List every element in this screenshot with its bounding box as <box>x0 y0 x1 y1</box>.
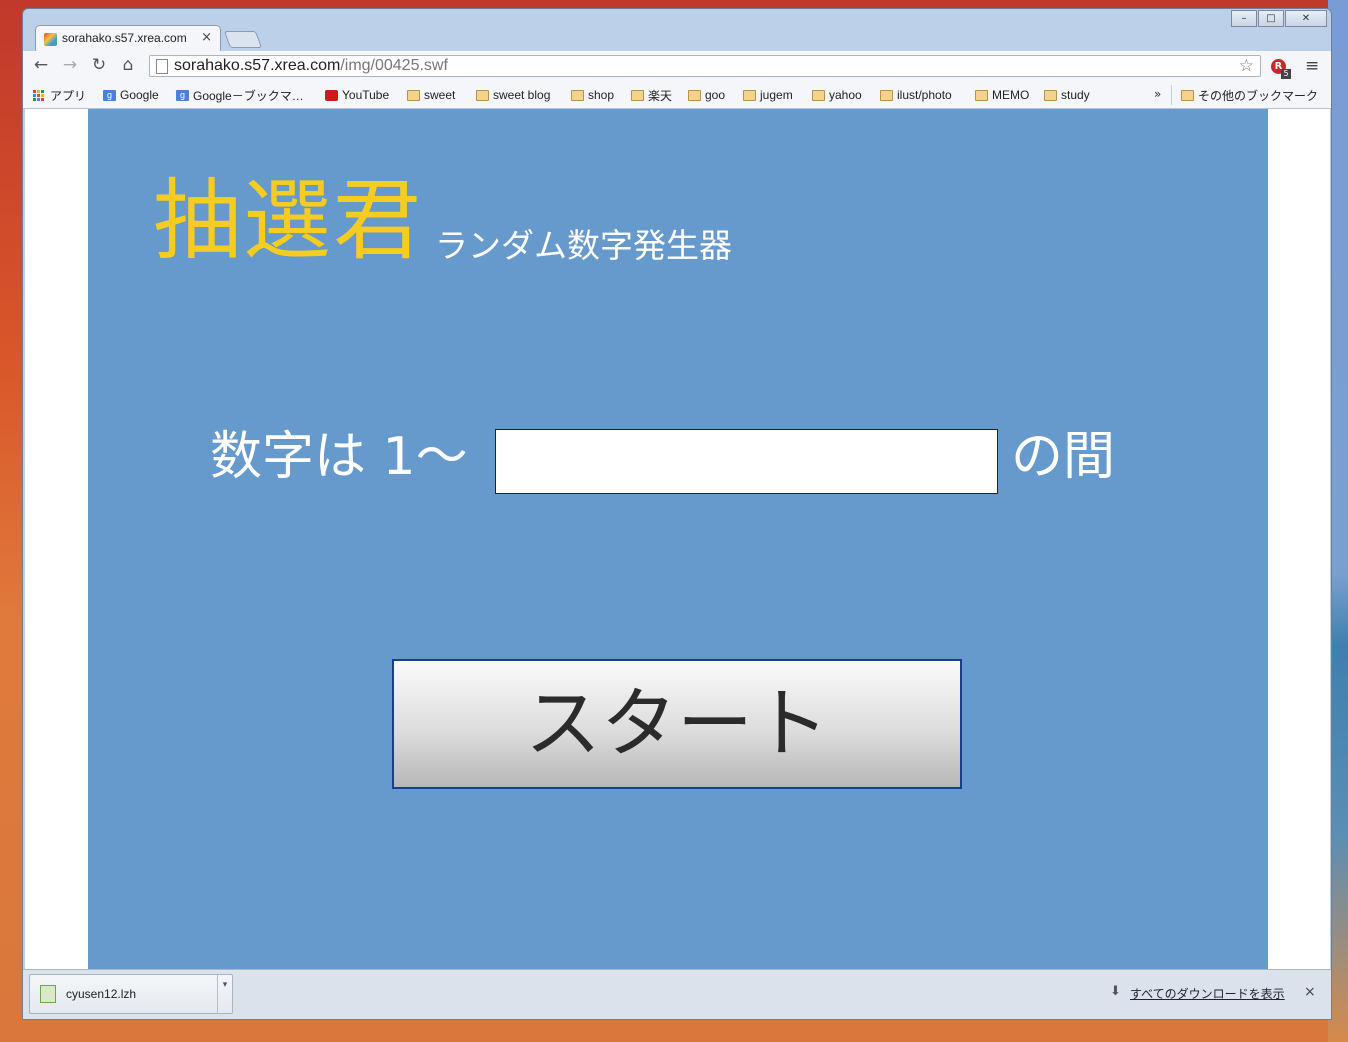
reload-icon[interactable]: ↻ <box>89 55 109 75</box>
url-path: /img/00425.swf <box>340 57 448 74</box>
url-host: sorahako.s57.xrea.com <box>174 57 341 74</box>
file-icon <box>40 985 56 1003</box>
bookmark-google[interactable]: g Google <box>103 87 159 103</box>
start-button[interactable]: スタート <box>392 659 962 789</box>
bookmark-star-icon[interactable]: ☆ <box>1239 56 1254 76</box>
app-subtitle: ランダム数字発生器 <box>435 226 732 265</box>
folder-icon <box>688 89 701 101</box>
bookmark-other[interactable]: その他のブックマーク <box>1181 87 1318 103</box>
menu-icon[interactable]: ≡ <box>1305 56 1319 76</box>
bookmark-label: jugem <box>760 88 793 102</box>
back-icon[interactable]: ← <box>31 55 51 75</box>
bookmark-label: MEMO <box>992 88 1030 102</box>
download-arrow-icon: ⬇ <box>1110 984 1121 999</box>
bookmark-rakuten[interactable]: 楽天 <box>631 87 672 103</box>
bookmark-label: sweet blog <box>493 88 551 102</box>
folder-icon <box>407 89 420 101</box>
bookmark-study[interactable]: study <box>1044 87 1090 103</box>
bookmark-label: YouTube <box>342 88 390 102</box>
youtube-icon <box>325 89 338 101</box>
bookmark-label: study <box>1061 88 1090 102</box>
favicon-icon <box>44 33 57 46</box>
bookmark-sweet[interactable]: sweet <box>407 87 455 103</box>
bookmark-label: その他のブックマーク <box>1198 88 1319 103</box>
bookmark-label: アプリ <box>50 88 87 103</box>
forward-icon[interactable]: → <box>60 55 80 75</box>
maximize-button[interactable]: □ <box>1258 10 1284 27</box>
home-icon[interactable]: ⌂ <box>118 55 138 75</box>
folder-icon <box>571 89 584 101</box>
folder-icon <box>1044 89 1057 101</box>
page-icon <box>156 59 168 74</box>
extension-badge: 5 <box>1281 69 1291 79</box>
folder-icon <box>631 89 644 101</box>
tab-title: sorahako.s57.xrea.com <box>62 31 187 45</box>
bookmark-label: goo <box>705 88 726 102</box>
download-menu-button[interactable]: ▾ <box>217 975 232 1013</box>
bookmark-label: Google <box>120 88 159 102</box>
bookmark-ilust-photo[interactable]: ilust/photo <box>880 87 952 103</box>
bookmark-label: yahoo <box>829 88 862 102</box>
bookmark-sweet-blog[interactable]: sweet blog <box>476 87 550 103</box>
folder-icon <box>880 89 893 101</box>
bookmark-apps[interactable]: アプリ <box>33 87 86 103</box>
download-shelf: cyusen12.lzh ▾ ⬇ すべてのダウンロードを表示 × <box>23 969 1331 1019</box>
folder-icon <box>975 89 988 101</box>
address-bar[interactable]: sorahako.s57.xrea.com/img/00425.swf ☆ <box>149 55 1261 77</box>
bookmark-jugem[interactable]: jugem <box>743 87 793 103</box>
minimize-button[interactable]: – <box>1231 10 1257 27</box>
show-all-downloads-link[interactable]: すべてのダウンロードを表示 <box>1130 985 1285 1002</box>
range-suffix: の間 <box>1011 427 1116 487</box>
folder-icon <box>743 89 756 101</box>
bookmark-shop[interactable]: shop <box>571 87 614 103</box>
bookmark-goo[interactable]: goo <box>688 87 725 103</box>
tab-close-icon[interactable]: × <box>201 30 212 45</box>
tab-active[interactable]: sorahako.s57.xrea.com × <box>35 25 221 51</box>
bookmark-label: sweet <box>424 88 456 102</box>
flash-stage: 抽選君 ランダム数字発生器 数字は 1～ の間 スタート <box>88 109 1268 969</box>
bookmark-label: shop <box>588 88 615 102</box>
folder-icon <box>1181 89 1194 101</box>
bookmark-youtube[interactable]: YouTube <box>325 87 389 103</box>
bookmark-google-bookmarks[interactable]: g Google－ブックマ… <box>176 87 304 103</box>
bookmark-label: ilust/photo <box>897 88 952 102</box>
bookmark-yahoo[interactable]: yahoo <box>812 87 862 103</box>
toolbar: ← → ↻ ⌂ sorahako.s57.xrea.com/img/00425.… <box>23 51 1331 81</box>
max-number-input[interactable] <box>495 429 998 494</box>
browser-window: – □ ✕ sorahako.s57.xrea.com × ← → ↻ ⌂ so… <box>22 8 1332 1020</box>
bookmark-memo[interactable]: MEMO <box>975 87 1029 103</box>
download-shelf-close-icon[interactable]: × <box>1304 984 1316 1000</box>
new-tab-button[interactable] <box>223 31 263 48</box>
download-file-name: cyusen12.lzh <box>66 987 137 1001</box>
bookmark-label: 楽天 <box>648 88 673 103</box>
bookmarks-bar: アプリ g Google g Google－ブックマ… YouTube swee… <box>23 81 1331 109</box>
range-label: 数字は 1～ <box>210 427 468 487</box>
window-controls: – □ ✕ <box>1230 10 1327 27</box>
bookmarks-divider <box>1171 85 1172 105</box>
google-icon: g <box>103 89 116 101</box>
url-text[interactable]: sorahako.s57.xrea.com/img/00425.swf <box>174 57 448 75</box>
download-item[interactable]: cyusen12.lzh ▾ <box>29 974 233 1014</box>
folder-icon <box>812 89 825 101</box>
bookmarks-overflow-button[interactable]: » <box>1154 87 1161 101</box>
window-close-button[interactable]: ✕ <box>1285 10 1327 27</box>
folder-icon <box>476 89 489 101</box>
app-title: 抽選君 <box>153 169 424 272</box>
page-content: 抽選君 ランダム数字発生器 数字は 1～ の間 スタート <box>25 109 1330 969</box>
google-icon: g <box>176 89 189 101</box>
bookmark-label: Google－ブックマ… <box>193 88 304 103</box>
apps-icon <box>33 89 46 101</box>
